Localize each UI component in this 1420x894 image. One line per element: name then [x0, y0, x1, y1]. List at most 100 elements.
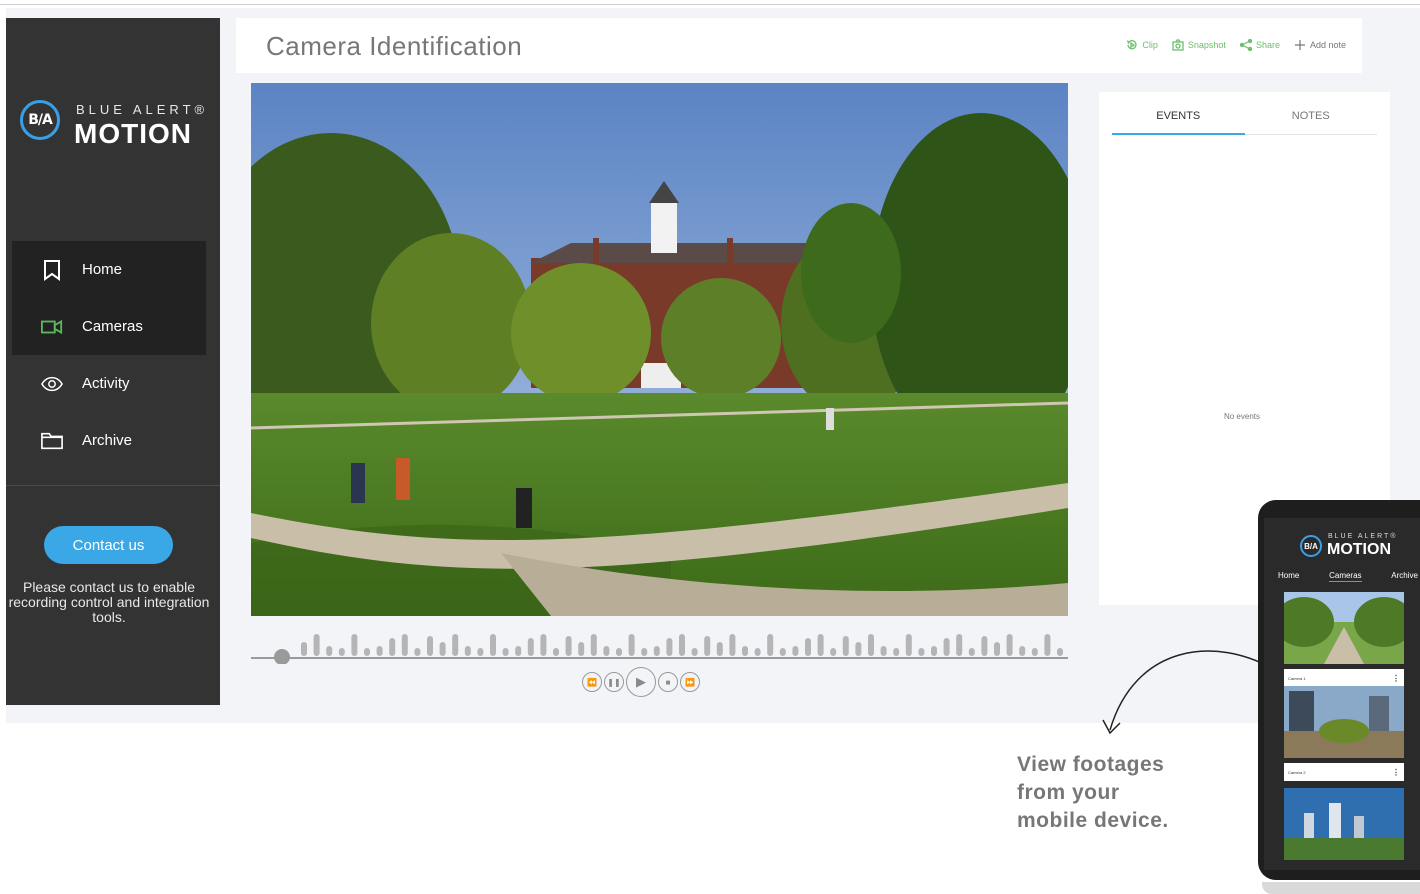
waveform-bar [301, 642, 307, 656]
waveform-bar [414, 648, 421, 656]
snapshot-button[interactable]: Snapshot [1172, 39, 1226, 51]
waveform-bar [679, 634, 685, 656]
rewind-button[interactable]: ⏪ [582, 672, 602, 692]
waveform-bar [628, 634, 635, 656]
panel-tabs: EVENTS NOTES [1112, 108, 1377, 135]
phone-camera-card[interactable]: Camera 1 ⋮ [1274, 592, 1414, 687]
promo-text: View footages from your mobile device. [1017, 753, 1169, 832]
waveform-bar [880, 646, 887, 656]
waveform-bar [905, 634, 912, 656]
sidebar-item-home[interactable]: Home [12, 241, 206, 298]
phone-camera-card[interactable] [1284, 788, 1404, 865]
page-header: Camera Identification Clip Snapshot Shar… [236, 18, 1362, 73]
sidebar-item-cameras[interactable]: Cameras [12, 298, 206, 355]
header-actions: Clip Snapshot Share Add note [1126, 39, 1346, 51]
waveform-bar [527, 638, 534, 656]
brand-name-bottom: MOTION [74, 118, 192, 149]
waveform-bar [893, 648, 900, 656]
waveform-bar [956, 634, 963, 656]
camera-thumbnail [1274, 592, 1414, 664]
sidebar-nav: Home Cameras Activity Archive [12, 241, 206, 469]
sidebar-divider [6, 485, 220, 486]
pause-button[interactable]: ❚❚ [604, 672, 624, 692]
waveform-bar [767, 634, 774, 656]
waveform-bar [943, 638, 950, 656]
contact-us-button[interactable]: Contact us [44, 526, 173, 564]
camera-thumbnail [1284, 788, 1404, 860]
camera-video-feed[interactable] [251, 83, 1068, 616]
tab-notes[interactable]: NOTES [1245, 108, 1378, 134]
phone-mockup: B/A BLUE ALERT® MOTION Home Cameras Arch… [1258, 500, 1420, 880]
waveform-bar [691, 648, 698, 656]
waveform-bar [792, 646, 799, 656]
sidebar-item-activity[interactable]: Activity [12, 355, 206, 412]
timeline-scrubber-handle[interactable] [274, 649, 290, 665]
waveform-bar [351, 634, 358, 656]
play-icon: ▶ [636, 674, 646, 689]
waveform-bar [1057, 648, 1063, 656]
waveform-bar [805, 638, 811, 656]
rewind-icon: ⏪ [587, 677, 597, 687]
video-camera-icon [41, 316, 63, 338]
waveform-bar [540, 634, 547, 656]
waveform-bar [918, 648, 925, 656]
waveform-bar [830, 648, 837, 656]
phone-brand-logo: B/A BLUE ALERT® MOTION [1300, 532, 1420, 562]
phone-nav: Home Cameras Archive [1278, 571, 1418, 582]
sidebar: B/A BLUE ALERT® MOTION Home Cameras Acti… [6, 18, 220, 705]
phone-nav-archive[interactable]: Archive [1391, 571, 1418, 582]
camera-thumbnail [1284, 686, 1404, 758]
phone-nav-cameras[interactable]: Cameras [1329, 571, 1362, 582]
more-options-icon[interactable]: ⋮ [1392, 674, 1400, 683]
pause-icon: ❚❚ [607, 677, 621, 687]
plus-icon [1294, 40, 1305, 50]
active-tab-indicator [1112, 133, 1245, 135]
playback-controls: ⏪ ❚❚ ▶ ■ ⏩ [582, 667, 700, 697]
fast-forward-icon: ⏩ [685, 677, 695, 687]
waveform-bar [464, 646, 471, 656]
waveform-bar [716, 642, 723, 656]
sidebar-item-label: Archive [82, 432, 133, 449]
contact-info-text: Please contact us to enable recording co… [8, 579, 210, 625]
playback-timeline[interactable] [251, 618, 1068, 665]
waveform-bar [1044, 634, 1051, 656]
waveform-bar [515, 646, 522, 656]
tab-events[interactable]: EVENTS [1112, 108, 1245, 134]
page-title: Camera Identification [266, 31, 523, 61]
sidebar-item-label: Activity [82, 375, 130, 392]
phone-nav-home[interactable]: Home [1278, 571, 1299, 582]
waveform-bar [452, 634, 459, 656]
empty-state-text: No events [1223, 412, 1261, 421]
waveform-bar [968, 648, 975, 656]
waveform-bar [616, 648, 622, 656]
waveform-bar [931, 646, 937, 656]
phone-stand [1262, 882, 1420, 894]
waveform-bar [313, 634, 320, 656]
waveform-bar [1006, 634, 1013, 656]
share-button[interactable]: Share [1239, 39, 1280, 51]
waveform-bar [389, 638, 396, 656]
more-options-icon[interactable]: ⋮ [1392, 768, 1400, 777]
waveform-bar [603, 646, 610, 656]
eye-icon [41, 373, 63, 395]
top-divider [0, 4, 1420, 5]
waveform-bar [641, 648, 648, 656]
waveform-bar [754, 648, 761, 656]
stop-button[interactable]: ■ [658, 672, 678, 692]
waveform-bar [729, 634, 736, 656]
sidebar-item-archive[interactable]: Archive [12, 412, 206, 469]
play-button[interactable]: ▶ [626, 667, 656, 697]
phone-camera-card[interactable]: Camera 2 ⋮ [1284, 686, 1404, 781]
phone-screen: B/A BLUE ALERT® MOTION Home Cameras Arch… [1264, 518, 1420, 870]
waveform-bar [490, 634, 496, 656]
waveform-bar [855, 642, 862, 656]
waveform-bar [477, 648, 484, 656]
phone-logo-mark-icon: B/A [1300, 535, 1322, 557]
fast-forward-button[interactable]: ⏩ [680, 672, 700, 692]
add-note-button[interactable]: Add note [1294, 39, 1346, 51]
sidebar-item-label: Home [82, 261, 123, 278]
waveform-bar [842, 636, 849, 656]
waveform-bar [994, 642, 1000, 656]
stop-icon: ■ [665, 677, 671, 687]
clip-button[interactable]: Clip [1126, 39, 1158, 51]
